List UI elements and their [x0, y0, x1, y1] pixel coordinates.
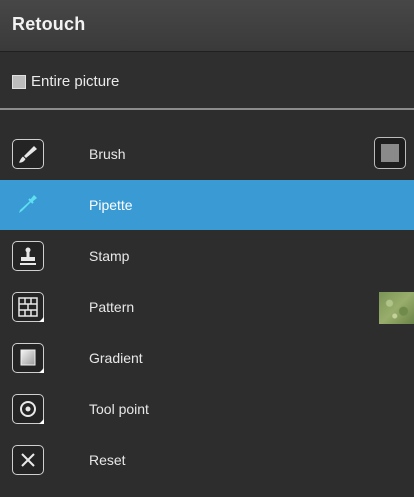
tool-pattern[interactable]: Pattern	[0, 282, 414, 332]
panel-header: Retouch	[0, 0, 414, 52]
entire-picture-label: Entire picture	[31, 73, 120, 90]
stamp-icon	[20, 247, 36, 265]
tool-pipette-label: Pipette	[89, 197, 133, 213]
brush-icon-button[interactable]	[12, 139, 44, 169]
tool-reset[interactable]: Reset	[0, 435, 414, 485]
tool-brush-label: Brush	[89, 146, 126, 162]
tool-pattern-label: Pattern	[89, 299, 135, 315]
pipette-icon	[19, 195, 37, 213]
pipette-icon-button[interactable]	[12, 190, 44, 220]
brush-icon	[19, 146, 37, 163]
divider	[0, 108, 414, 110]
panel-title: Retouch	[12, 14, 86, 34]
tool-brush[interactable]: Brush	[0, 129, 414, 179]
tool-reset-label: Reset	[89, 452, 126, 468]
tool-stamp-label: Stamp	[89, 248, 130, 264]
tool-pipette[interactable]: Pipette	[0, 180, 414, 230]
gradient-icon-button[interactable]	[12, 343, 44, 373]
entire-picture-option[interactable]: Entire picture	[0, 52, 414, 108]
pattern-icon-button[interactable]	[12, 292, 44, 322]
tool-tool-point-label: Tool point	[89, 401, 149, 417]
reset-icon	[21, 453, 35, 467]
stamp-icon-button[interactable]	[12, 241, 44, 271]
tool-point-icon-button[interactable]	[12, 394, 44, 424]
tool-gradient[interactable]: Gradient	[0, 333, 414, 383]
entire-picture-checkbox[interactable]	[12, 75, 26, 89]
submenu-corner-icon	[39, 419, 44, 424]
retouch-panel: Retouch Entire picture Brush Pipette Sta…	[0, 0, 414, 497]
tool-gradient-label: Gradient	[89, 350, 143, 366]
tool-tool-point[interactable]: Tool point	[0, 384, 414, 434]
brush-color-fill	[381, 144, 399, 162]
reset-icon-button[interactable]	[12, 445, 44, 475]
tool-stamp[interactable]: Stamp	[0, 231, 414, 281]
brush-color-swatch[interactable]	[374, 137, 406, 169]
submenu-corner-icon	[39, 317, 44, 322]
pattern-thumbnail[interactable]	[379, 292, 414, 324]
submenu-corner-icon	[39, 368, 44, 373]
